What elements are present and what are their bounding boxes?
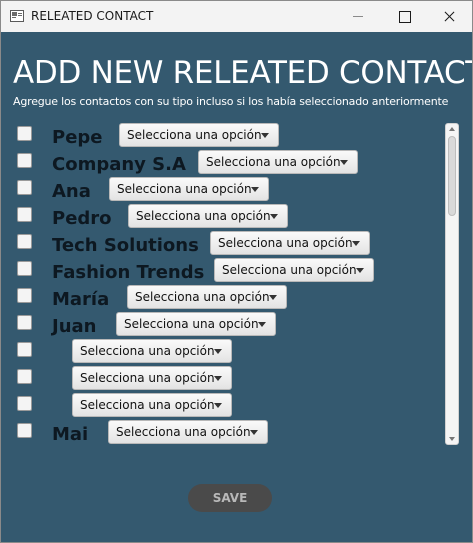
contact-type-select[interactable]: Selecciona una opción bbox=[72, 393, 232, 417]
page-subtitle: Agregue los contactos con su tipo inclus… bbox=[13, 95, 449, 108]
contact-type-value: Selecciona una opción bbox=[136, 209, 271, 223]
contact-row: Company S.A Selecciona una opción bbox=[1, 146, 441, 175]
contact-name: Juan bbox=[52, 316, 97, 337]
vertical-scrollbar[interactable] bbox=[445, 123, 459, 445]
chevron-down-icon bbox=[269, 295, 277, 300]
contact-name: Company S.A bbox=[52, 154, 186, 175]
contact-row: Juan Selecciona una opción bbox=[1, 308, 441, 337]
contact-type-value: Selecciona una opción bbox=[218, 236, 353, 250]
contact-type-value: Selecciona una opción bbox=[206, 155, 341, 169]
contact-name: Pepe bbox=[52, 127, 103, 148]
contact-type-select[interactable]: Selecciona una opción bbox=[198, 150, 358, 174]
contact-row: Fashion Trends Selecciona una opción bbox=[1, 254, 441, 283]
chevron-down-icon bbox=[214, 403, 222, 408]
contact-name: Ana bbox=[52, 181, 91, 202]
contact-checkbox[interactable] bbox=[17, 315, 32, 330]
scroll-up-icon[interactable] bbox=[449, 127, 455, 131]
contact-checkbox[interactable] bbox=[17, 234, 32, 249]
chevron-down-icon bbox=[352, 241, 360, 246]
contact-checkbox[interactable] bbox=[17, 153, 32, 168]
contact-checkbox[interactable] bbox=[17, 369, 32, 384]
contact-type-value: Selecciona una opción bbox=[80, 344, 215, 358]
contact-row: Ana Selecciona una opción bbox=[1, 173, 441, 202]
contact-checkbox[interactable] bbox=[17, 342, 32, 357]
contact-type-select[interactable]: Selecciona una opción bbox=[72, 339, 232, 363]
contact-row: María Selecciona una opción bbox=[1, 281, 441, 310]
contact-row: Pepe Selecciona una opción bbox=[1, 119, 441, 148]
contact-name: Tech Solutions bbox=[52, 235, 199, 256]
chevron-down-icon bbox=[340, 160, 348, 165]
contact-name: Mai bbox=[52, 424, 89, 445]
contact-row: Tech Solutions Selecciona una opción bbox=[1, 227, 441, 256]
app-window: RELEATED CONTACT ADD NEW RELEATED CONTAC… bbox=[0, 0, 473, 543]
contact-checkbox[interactable] bbox=[17, 288, 32, 303]
contact-type-select[interactable]: Selecciona una opción bbox=[72, 366, 232, 390]
contact-row: Pedro Selecciona una opción bbox=[1, 200, 441, 229]
contact-row: Selecciona una opción bbox=[1, 335, 441, 363]
contact-type-select[interactable]: Selecciona una opción bbox=[108, 420, 268, 444]
contact-type-select[interactable]: Selecciona una opción bbox=[109, 177, 269, 201]
contact-checkbox[interactable] bbox=[17, 126, 32, 141]
contact-type-select[interactable]: Selecciona una opción bbox=[128, 204, 288, 228]
contact-name: María bbox=[52, 289, 110, 310]
maximize-icon[interactable] bbox=[381, 1, 427, 32]
chevron-down-icon bbox=[214, 349, 222, 354]
contact-name: Fashion Trends bbox=[52, 262, 205, 283]
contact-type-value: Selecciona una opción bbox=[80, 371, 215, 385]
contact-type-select[interactable]: Selecciona una opción bbox=[127, 285, 287, 309]
scroll-down-icon[interactable] bbox=[449, 437, 455, 441]
page-title: ADD NEW RELEATED CONTACT bbox=[13, 55, 473, 91]
window-app-icon bbox=[10, 10, 24, 22]
contact-type-select[interactable]: Selecciona una opción bbox=[210, 231, 370, 255]
contact-row: Selecciona una opción bbox=[1, 389, 441, 417]
contact-type-value: Selecciona una opción bbox=[127, 128, 262, 142]
minimize-icon[interactable] bbox=[335, 1, 381, 32]
contact-row: Selecciona una opción bbox=[1, 362, 441, 390]
chevron-down-icon bbox=[356, 268, 364, 273]
contact-name: Pedro bbox=[52, 208, 112, 229]
contact-type-value: Selecciona una opción bbox=[222, 263, 357, 277]
title-bar[interactable]: RELEATED CONTACT bbox=[1, 1, 472, 32]
contact-type-select[interactable]: Selecciona una opción bbox=[119, 123, 279, 147]
contact-list: Pepe Selecciona una opción Company S.A Sele… bbox=[1, 119, 441, 449]
contact-type-select[interactable]: Selecciona una opción bbox=[214, 258, 374, 282]
contact-row: Mai Selecciona una opción bbox=[1, 416, 441, 445]
contact-type-value: Selecciona una opción bbox=[124, 317, 259, 331]
chevron-down-icon bbox=[258, 322, 266, 327]
contact-checkbox[interactable] bbox=[17, 396, 32, 411]
contact-checkbox[interactable] bbox=[17, 180, 32, 195]
contact-checkbox[interactable] bbox=[17, 423, 32, 438]
chevron-down-icon bbox=[214, 376, 222, 381]
contact-type-value: Selecciona una opción bbox=[80, 398, 215, 412]
chevron-down-icon bbox=[251, 187, 259, 192]
chevron-down-icon bbox=[270, 214, 278, 219]
contact-type-select[interactable]: Selecciona una opción bbox=[116, 312, 276, 336]
contact-checkbox[interactable] bbox=[17, 261, 32, 276]
contact-type-value: Selecciona una opción bbox=[117, 182, 252, 196]
scroll-thumb[interactable] bbox=[448, 136, 456, 216]
chevron-down-icon bbox=[250, 430, 258, 435]
window-title: RELEATED CONTACT bbox=[31, 9, 154, 23]
contact-type-value: Selecciona una opción bbox=[116, 425, 251, 439]
contact-checkbox[interactable] bbox=[17, 207, 32, 222]
chevron-down-icon bbox=[261, 133, 269, 138]
close-icon[interactable] bbox=[426, 1, 472, 32]
contact-type-value: Selecciona una opción bbox=[135, 290, 270, 304]
save-button[interactable]: SAVE bbox=[188, 484, 272, 512]
